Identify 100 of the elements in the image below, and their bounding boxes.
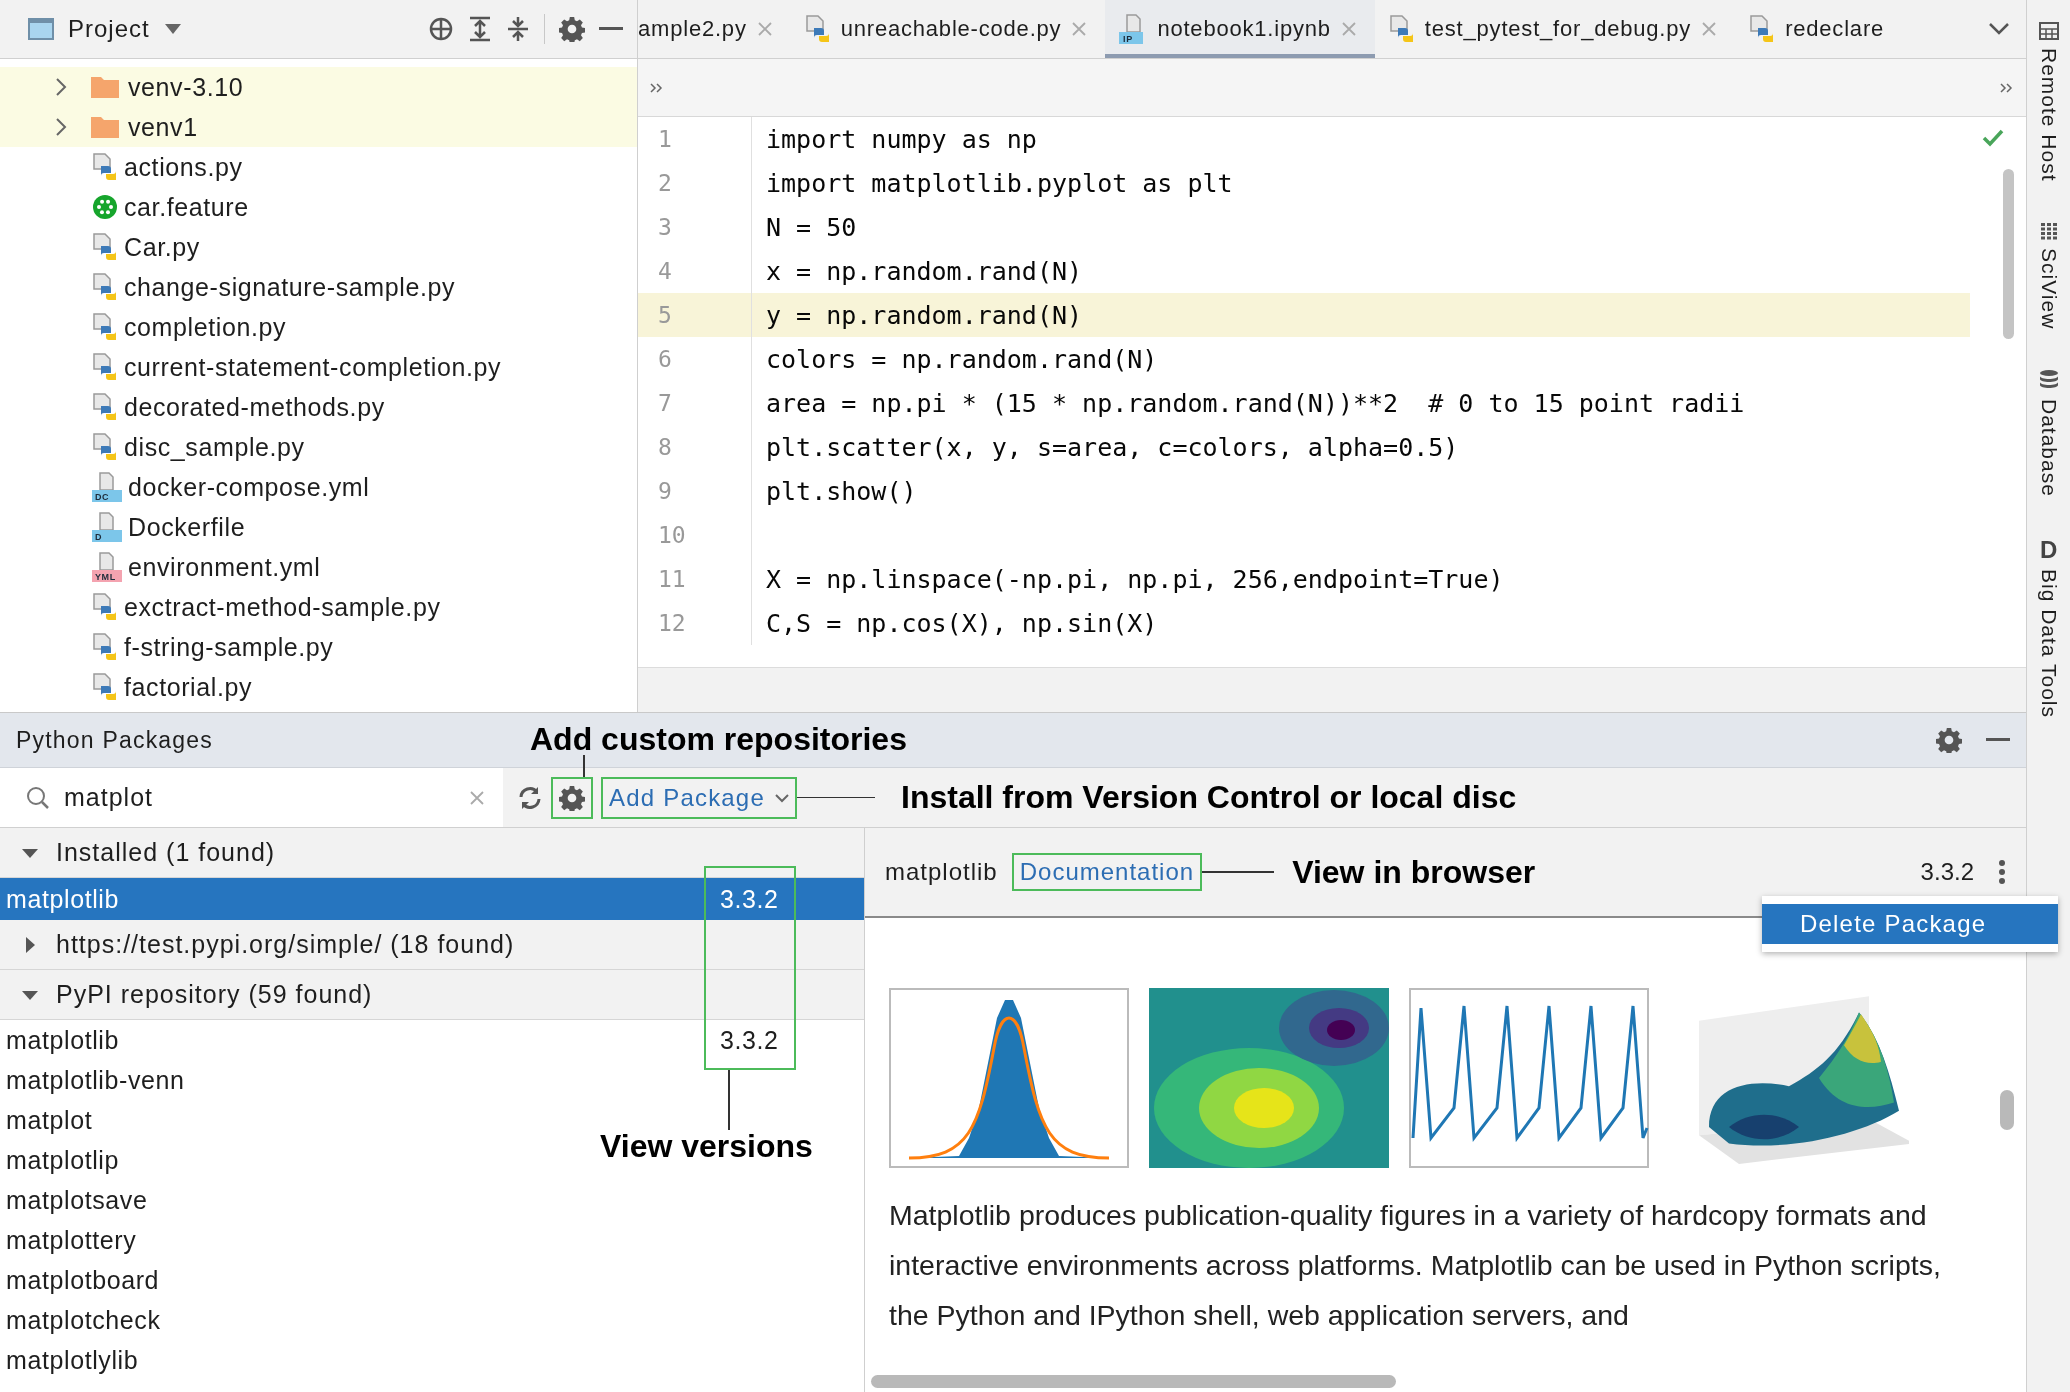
- code-line: colors = np.random.rand(N): [765, 343, 1159, 376]
- code-line: import matplotlib.pyplot as plt: [765, 167, 1234, 200]
- tool-window-tab[interactable]: SciView: [2036, 247, 2061, 329]
- big-data-icon: D: [2037, 536, 2060, 561]
- code-line: C,S = np.cos(X), np.sin(X): [765, 607, 1159, 640]
- python-file-icon: [92, 632, 118, 662]
- code-line: N = 50: [765, 211, 858, 244]
- package-row[interactable]: matplotlib-venn: [0, 1060, 195, 1100]
- line-number: 9: [638, 469, 752, 513]
- documentation-link[interactable]: Documentation: [1011, 853, 1203, 891]
- double-chevron-icon[interactable]: [650, 81, 664, 94]
- tree-item[interactable]: completion.py: [0, 307, 637, 347]
- chevron-down-icon[interactable]: [1988, 22, 2010, 36]
- group-header[interactable]: Installed (1 found): [0, 828, 864, 878]
- tab[interactable]: ample2.py: [638, 0, 791, 58]
- line-number: 6: [638, 337, 752, 381]
- settings-icon[interactable]: [1936, 727, 1962, 753]
- tree-item[interactable]: decorated-methods.py: [0, 387, 637, 427]
- tab[interactable]: IP notebook1.ipynb: [1105, 0, 1375, 58]
- package-version: 3.3.2: [1920, 858, 1974, 886]
- settings-icon[interactable]: [559, 16, 585, 42]
- tree-item[interactable]: exctract-method-sample.py: [0, 587, 637, 627]
- tree-item[interactable]: current-statement-completion.py: [0, 347, 637, 387]
- grid-icon: [2038, 22, 2059, 40]
- scrollbar[interactable]: [871, 1375, 1396, 1388]
- cucumber-icon: [92, 194, 118, 220]
- line-number: 2: [638, 161, 752, 205]
- group-header[interactable]: PyPI repository (59 found): [0, 970, 864, 1020]
- python-file-icon: [92, 152, 118, 182]
- tab[interactable]: test_pytest_for_debug.py: [1374, 0, 1736, 58]
- add-package-button[interactable]: Add Package: [601, 776, 797, 819]
- package-row[interactable]: matplotlib 3.3.2: [0, 878, 864, 920]
- python-file-icon: [804, 14, 831, 44]
- callout-text: View versions: [600, 1128, 813, 1165]
- settings-icon[interactable]: [559, 784, 585, 811]
- tree-item[interactable]: venv1: [0, 107, 637, 147]
- line-number: 11: [638, 557, 752, 601]
- callout-text: Add custom repositories: [530, 721, 907, 758]
- target-icon[interactable]: [428, 16, 454, 42]
- code-line: plt.scatter(x, y, s=area, c=colors, alpha=0.5): [765, 431, 1460, 464]
- table-icon: [2038, 221, 2059, 240]
- package-row[interactable]: matplotlip: [0, 1140, 129, 1180]
- minimize-icon[interactable]: [599, 27, 623, 31]
- checkmark-icon: [1982, 129, 2004, 147]
- dropdown-caret-icon[interactable]: [163, 23, 182, 35]
- tree-item[interactable]: factorial.py: [0, 667, 637, 707]
- database-icon: [2038, 368, 2059, 391]
- panel-title[interactable]: Project: [68, 15, 150, 43]
- python-file-icon: [92, 392, 118, 422]
- menu-item[interactable]: Delete Package: [1762, 904, 2058, 944]
- double-chevron-icon[interactable]: [2000, 81, 2014, 94]
- package-row[interactable]: matplottery: [0, 1220, 147, 1260]
- chevron-icon[interactable]: [54, 117, 68, 137]
- folder-icon: [90, 115, 120, 139]
- scrollbar[interactable]: [2003, 169, 2014, 339]
- search-icon: [26, 785, 50, 810]
- window-icon: [28, 18, 54, 40]
- python-file-icon: [92, 232, 118, 262]
- tree-item[interactable]: car.feature: [0, 187, 637, 227]
- package-row[interactable]: matplotlib 3.3.2: [0, 1020, 864, 1060]
- more-icon[interactable]: [1998, 860, 2006, 884]
- package-row[interactable]: matplotsave: [0, 1180, 158, 1220]
- tree-item[interactable]: DC docker-compose.yml: [0, 467, 637, 507]
- line-number: 7: [638, 381, 752, 425]
- tree-item[interactable]: f-string-sample.py: [0, 627, 637, 667]
- minimize-icon[interactable]: [1986, 738, 2010, 742]
- line-number: 5: [638, 293, 752, 337]
- chevron-down-icon: [775, 792, 789, 803]
- tab[interactable]: unreachable-code.py: [790, 0, 1106, 58]
- chevron-icon[interactable]: [54, 77, 68, 97]
- callout-text: Install from Version Control or local disc: [901, 779, 1517, 816]
- group-header[interactable]: https://test.pypi.org/simple/ (18 found): [0, 920, 864, 970]
- tree-item[interactable]: YML environment.yml: [0, 547, 637, 587]
- code-line: import numpy as np: [765, 123, 1038, 156]
- tool-window-tab[interactable]: Big Data Tools: [2036, 568, 2061, 718]
- repositories-settings-button[interactable]: [551, 776, 593, 819]
- tree-item[interactable]: D Dockerfile: [0, 507, 637, 547]
- package-row[interactable]: matplotcheck: [0, 1300, 171, 1340]
- python-file-icon: [92, 432, 118, 462]
- line-number: 12: [638, 601, 752, 645]
- tree-item[interactable]: disc_sample.py: [0, 427, 637, 467]
- package-row[interactable]: matplot: [0, 1100, 103, 1140]
- refresh-icon[interactable]: [517, 784, 543, 811]
- tool-window-tab[interactable]: Database: [2036, 398, 2061, 497]
- tree-item[interactable]: venv-3.10: [0, 67, 637, 107]
- expand-all-icon[interactable]: [468, 16, 492, 42]
- search-field[interactable]: matplot: [0, 768, 503, 827]
- tree-item[interactable]: change-signature-sample.py: [0, 267, 637, 307]
- package-row[interactable]: matplotboard: [0, 1260, 170, 1300]
- python-file-icon: [92, 272, 118, 302]
- python-file-icon: [92, 312, 118, 342]
- collapse-all-icon[interactable]: [506, 16, 530, 42]
- folder-icon: [90, 75, 120, 99]
- tree-item[interactable]: actions.py: [0, 147, 637, 187]
- tree-item[interactable]: Car.py: [0, 227, 637, 267]
- tool-window-tab[interactable]: Remote Host: [2036, 48, 2061, 182]
- panel-title: Python Packages: [16, 726, 213, 754]
- tab[interactable]: redeclare: [1735, 0, 1903, 58]
- package-row[interactable]: matplotlylib: [0, 1340, 149, 1380]
- scrollbar[interactable]: [2000, 1090, 2014, 1130]
